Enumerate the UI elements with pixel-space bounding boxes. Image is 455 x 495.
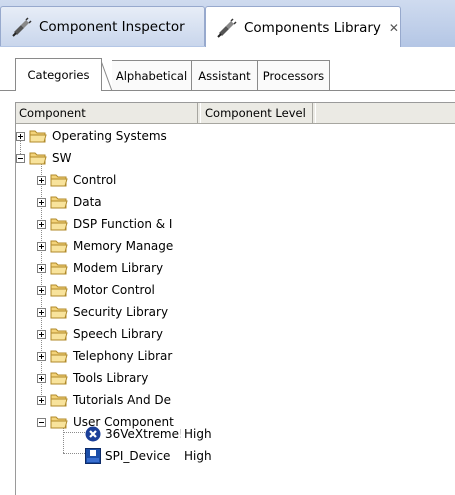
folder-icon [50,174,68,187]
expand-icon[interactable] [37,197,46,207]
tree-item-36vextreme[interactable]: 36VeXtreme! High [85,423,212,445]
expand-icon[interactable] [37,175,46,185]
tab-component-inspector[interactable]: Component Inspector [0,6,205,46]
tree-item-telephony-library[interactable]: Telephony Librar [37,345,172,367]
tab-categories[interactable]: Categories [15,58,102,91]
tree-item-label: Data [73,195,102,209]
plug-icon [217,17,237,38]
tree-item-label: Tutorials And De [73,393,172,407]
component-level: High [184,427,212,441]
folder-open-icon [50,416,68,429]
column-resize-handle[interactable] [197,103,201,123]
column-resize-handle[interactable] [312,103,316,123]
tab-label: Component Inspector [39,18,185,35]
blue-x-icon [85,426,101,442]
tree-item-label: Memory Manage [73,239,174,253]
collapse-icon[interactable] [37,417,46,427]
folder-icon [50,394,68,407]
folder-icon [50,196,68,209]
column-header-level[interactable]: Component Level [205,106,306,120]
tree-item-security-library[interactable]: Security Library [37,301,168,323]
folder-icon [50,372,68,385]
tree-item-modem-library[interactable]: Modem Library [37,257,163,279]
divider [0,90,15,91]
tab-label: Assistant [198,69,251,83]
expand-icon[interactable] [37,373,46,383]
tree-item-spi-device[interactable]: SPI_Device High [85,445,212,467]
tab-label: Processors [262,69,325,83]
tab-label: Components Library [244,19,381,36]
tree-guide-line [63,453,85,454]
expand-icon[interactable] [37,307,46,317]
tree-item-label: SW [52,151,72,165]
tree-item-label: Operating Systems [52,129,167,143]
expand-icon[interactable] [37,329,46,339]
expand-icon[interactable] [37,263,46,273]
tree-item-label: SPI_Device [105,449,171,463]
folder-icon [50,284,68,297]
tree-item-label: Security Library [73,305,169,319]
tree-item-label: Tools Library [73,371,149,385]
tree-item-tutorials[interactable]: Tutorials And De [37,389,171,411]
component-tree[interactable]: Component Component Level Operating Syst… [15,102,455,495]
expand-icon[interactable] [37,395,46,405]
tree-item-operating-systems[interactable]: Operating Systems [16,125,167,147]
tree-item-tools-library[interactable]: Tools Library [37,367,148,389]
tree-item-label: Modem Library [73,261,164,275]
tab-label: Alphabetical [115,69,188,83]
folder-icon [50,328,68,341]
folder-icon [50,350,68,363]
tab-assistant[interactable]: Assistant [192,60,258,91]
tab-components-library[interactable]: Components Library ✕ [205,6,401,48]
sub-tab-bar: Categories Alphabetical Assistant Proces… [0,47,455,99]
folder-icon [29,130,47,143]
close-icon[interactable]: ✕ [389,21,399,35]
expand-icon[interactable] [37,285,46,295]
tree-item-label: Speech Library [73,327,163,341]
tab-slant-divider [100,58,113,91]
tree-item-control[interactable]: Control [37,169,116,191]
tree-item-memory-manager[interactable]: Memory Manage [37,235,173,257]
tree-item-label: 36VeXtreme! [105,427,181,441]
tab-label: Categories [27,68,90,82]
tree-item-motor-control[interactable]: Motor Control [37,279,155,301]
tree-item-label: Control [73,173,117,187]
tree-item-label: DSP Function & I [73,217,173,231]
tree-item-dsp-function[interactable]: DSP Function & I [37,213,172,235]
expand-icon[interactable] [37,351,46,361]
tab-alphabetical[interactable]: Alphabetical [112,60,192,91]
expand-icon[interactable] [37,241,46,251]
collapse-icon[interactable] [16,153,25,163]
folder-icon [50,240,68,253]
folder-icon [50,306,68,319]
view-tab-strip: Component Inspector Components Library ✕ [0,0,455,48]
expand-icon[interactable] [16,131,25,141]
folder-icon [50,262,68,275]
expand-icon[interactable] [37,219,46,229]
plug-icon [12,16,32,37]
column-header-component[interactable]: Component [19,106,86,120]
folder-open-icon [29,152,47,165]
tree-item-data[interactable]: Data [37,191,102,213]
tree-item-label: Motor Control [73,283,155,297]
tree-item-sw[interactable]: SW [16,147,71,169]
component-level: High [184,449,212,463]
folder-icon [50,218,68,231]
tree-item-label: Telephony Librar [73,349,173,363]
column-header-row: Component Component Level [16,103,455,124]
tree-item-speech-library[interactable]: Speech Library [37,323,163,345]
spi-chip-icon [85,448,101,464]
tab-processors[interactable]: Processors [258,60,330,91]
